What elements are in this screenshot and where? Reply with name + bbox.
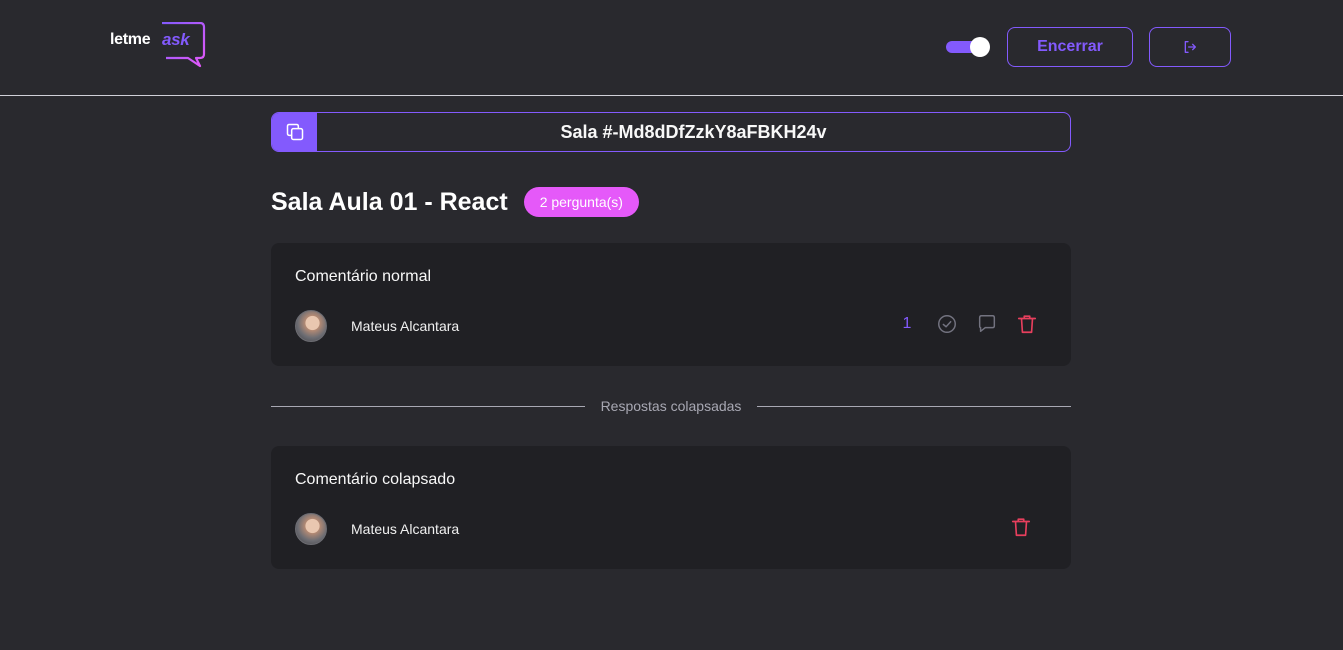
logo-text-ask: ask (162, 30, 190, 49)
room-code-button[interactable]: Sala #-Md8dDfZzkY8aFBKH24v (271, 112, 1071, 152)
divider-line-right (757, 405, 1071, 407)
logo-text-letme: letme (110, 31, 151, 48)
copy-icon (286, 123, 303, 141)
collapsed-divider: Respostas colapsadas (271, 396, 1071, 416)
divider-label: Respostas colapsadas (600, 398, 742, 414)
author-name: Mateus Alcantara (351, 521, 460, 537)
logout-button[interactable] (1149, 27, 1231, 67)
room-title-row: Sala Aula 01 - React 2 pergunta(s) (271, 186, 639, 218)
question-card: Comentário normal Mateus Alcantara 1 (271, 243, 1071, 366)
check-circle-icon (938, 315, 956, 333)
logout-icon (1184, 41, 1196, 53)
room-code-text: Sala #-Md8dDfZzkY8aFBKH24v (560, 121, 827, 142)
author-name: Mateus Alcantara (351, 318, 460, 334)
logo[interactable]: letme ask (110, 22, 206, 68)
trash-icon (1011, 518, 1031, 537)
delete-question-button[interactable] (1015, 312, 1039, 336)
header: letme ask Encerrar (0, 0, 1343, 96)
check-question-button[interactable] (935, 312, 959, 336)
copy-button[interactable] (272, 113, 317, 151)
avatar (295, 310, 327, 342)
toggle-knob (970, 37, 990, 57)
page-title: Sala Aula 01 - React (271, 187, 508, 216)
question-card: Comentário colapsado Mateus Alcantara (271, 446, 1071, 569)
close-room-button[interactable]: Encerrar (1007, 27, 1133, 67)
theme-toggle[interactable] (946, 37, 992, 57)
question-count-badge: 2 pergunta(s) (523, 187, 639, 217)
question-actions (1009, 515, 1049, 539)
question-content: Comentário normal (295, 268, 432, 285)
delete-question-button[interactable] (1009, 515, 1033, 539)
avatar (295, 513, 327, 545)
answer-question-button[interactable] (975, 312, 999, 336)
trash-icon (1017, 315, 1037, 334)
divider-line-left (271, 405, 585, 407)
question-actions: 1 (901, 312, 1055, 336)
question-author: Mateus Alcantara (295, 310, 459, 342)
question-author: Mateus Alcantara (295, 513, 459, 545)
question-content: Comentário colapsado (295, 471, 456, 488)
answer-icon (978, 315, 996, 333)
like-count: 1 (902, 315, 912, 332)
